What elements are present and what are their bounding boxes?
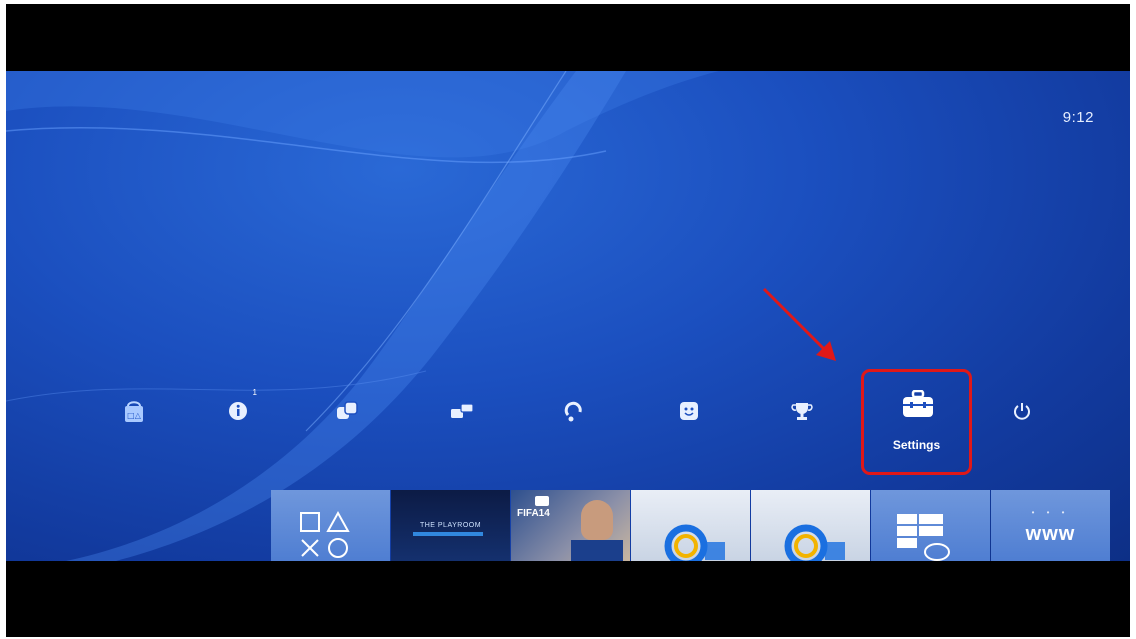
function-item-party[interactable] [559,396,589,426]
tile-the-playroom[interactable]: THE PLAYROOM [391,490,510,561]
function-item-whats-new[interactable]: 1 [223,388,257,426]
function-item-trophies[interactable] [787,396,817,426]
friends-icon [337,401,358,419]
function-item-friends[interactable] [332,396,362,426]
app-4-icon [664,524,725,561]
tile-internet-browser[interactable]: • • • www [991,490,1110,561]
party-icon [564,401,582,422]
power-icon [1014,403,1030,420]
function-item-messages[interactable] [447,396,477,426]
letterbox-bottom [6,561,1130,637]
store-bag-icon: □△ [125,401,143,422]
tile-fifa-14[interactable]: FIFA14 [511,490,630,561]
background-waves [6,71,719,561]
function-item-store[interactable]: □△ [119,396,149,426]
tile-ps-shapes[interactable] [271,490,390,561]
notification-badge: 1 [252,388,257,397]
fifa-label: FIFA14 [517,508,550,519]
function-item-profile[interactable] [674,396,704,426]
ea-logo [535,496,549,506]
tv-video-icon [897,514,950,561]
profile-icon [680,402,698,420]
tile-app-4[interactable] [631,490,750,561]
tile-tv-video[interactable] [871,490,990,561]
clock: 9:12 [1062,109,1094,126]
browser-label: www [1025,523,1076,545]
toolbox-icon [903,390,933,417]
info-icon [229,402,247,420]
messages-icon [451,403,474,418]
app-5-icon [784,524,845,561]
playroom-label: THE PLAYROOM [419,522,482,529]
player-shirt [571,540,623,561]
browser-dots: • • • [1031,508,1070,517]
tile-app-5[interactable] [751,490,870,561]
player-face [581,500,613,540]
ps-shapes-icon [300,510,350,558]
trophy-icon [791,403,813,420]
playroom-glow [413,532,483,536]
svg-text:□△: □△ [127,411,142,420]
function-item-power[interactable] [1007,396,1037,426]
home-screen: 9:12 □△ 1 Settings THE PLAYROOM FIFA14 •… [6,71,1130,561]
annotation-arrow [762,287,836,361]
content-row: THE PLAYROOM FIFA14 • • • www [271,490,1110,561]
settings-label: Settings [892,438,941,452]
letterbox-top [6,4,1130,71]
settings-highlight-box[interactable]: Settings [861,369,972,475]
